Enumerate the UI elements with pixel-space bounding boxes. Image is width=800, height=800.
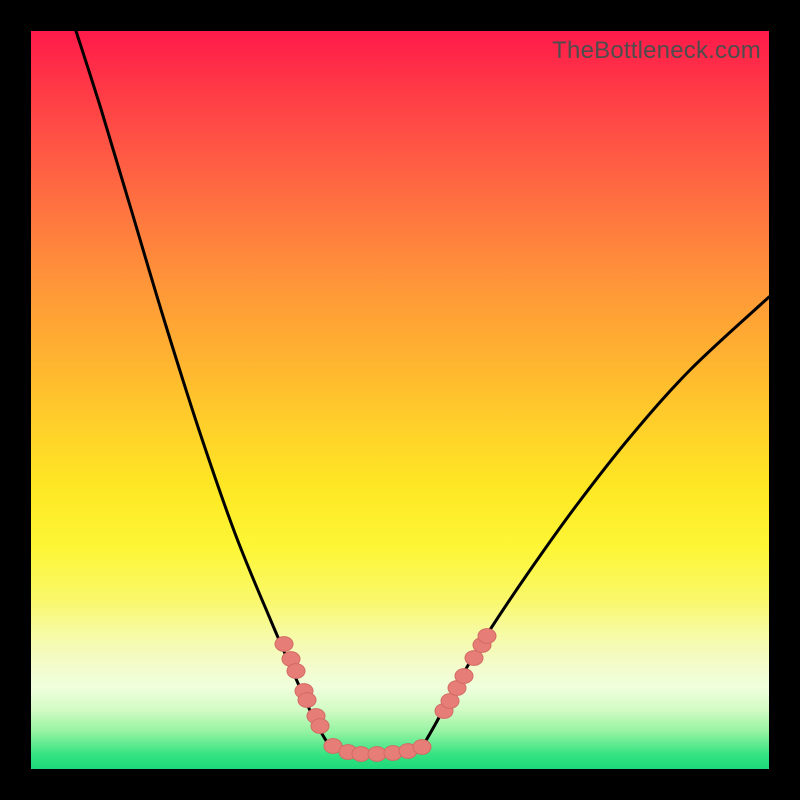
marker-bead (478, 629, 496, 644)
marker-beads (275, 629, 496, 762)
marker-bead (413, 740, 431, 755)
marker-bead (455, 669, 473, 684)
marker-bead (311, 719, 329, 734)
marker-bead (298, 693, 316, 708)
right-curve-path (421, 297, 769, 749)
plot-area: TheBottleneck.com (31, 31, 769, 769)
marker-bead (465, 651, 483, 666)
chart-canvas: TheBottleneck.com (0, 0, 800, 800)
chart-svg (31, 31, 769, 769)
marker-bead (275, 637, 293, 652)
marker-bead (368, 747, 386, 762)
marker-bead (352, 747, 370, 762)
marker-bead (287, 664, 305, 679)
